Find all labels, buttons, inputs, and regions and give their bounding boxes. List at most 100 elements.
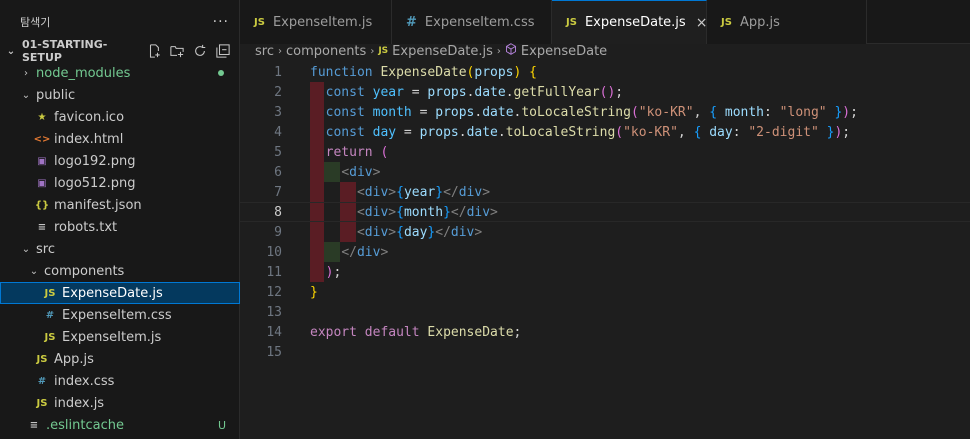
tree-file[interactable]: JS index.js <box>0 392 240 414</box>
line-number: 12 <box>266 284 282 300</box>
line-number: 10 <box>266 244 282 260</box>
css-file-icon: # <box>45 309 55 321</box>
code-line: 7 <div>{year}</div> <box>240 182 970 202</box>
tree-folder[interactable]: ⌄ components <box>0 260 240 282</box>
code-text: ); <box>325 264 342 280</box>
tree-item-label: src <box>36 241 55 257</box>
tree-file[interactable]: ★ favicon.ico <box>0 106 240 128</box>
code-text: <div>{day}</div> <box>356 224 483 240</box>
chevron-right-icon: › <box>370 45 375 57</box>
tree-item-label: logo192.png <box>54 153 136 169</box>
line-number: 2 <box>274 84 282 100</box>
new-folder-icon[interactable] <box>170 44 184 58</box>
git-status-dot <box>218 70 224 76</box>
breadcrumb: src › components › JS ExpenseDate.js › E… <box>240 40 607 62</box>
tree-item-label: .eslintcache <box>46 417 124 433</box>
code-line: 11 ); <box>240 262 970 282</box>
tree-folder[interactable]: › node_modules <box>0 62 240 84</box>
js-file-icon: JS <box>44 287 56 299</box>
js-file-icon: JS <box>36 353 48 365</box>
star-icon: ★ <box>37 111 47 123</box>
tree-file[interactable]: JS ExpenseDate.js <box>0 282 240 304</box>
chevron-down-icon: ⌄ <box>21 243 31 255</box>
code-line: 13 <box>240 302 970 322</box>
tree-item-label: ExpenseItem.js <box>62 329 162 345</box>
code-line: 14 export default ExpenseDate; <box>240 322 970 342</box>
line-number: 5 <box>274 144 282 160</box>
tree-folder[interactable]: ⌄ public <box>0 84 240 106</box>
editor-tab[interactable]: # ExpenseItem.css <box>392 0 552 44</box>
tab-label: ExpenseDate.js <box>584 15 686 30</box>
line-number: 6 <box>274 164 282 180</box>
editor-tab[interactable]: JS ExpenseDate.js × <box>552 0 707 44</box>
code-text: export default ExpenseDate; <box>310 324 522 340</box>
code-line: 3 const month = props.date.toLocaleStrin… <box>240 102 970 122</box>
tree-item-label: manifest.json <box>54 197 142 213</box>
tree-file[interactable]: <> index.html <box>0 128 240 150</box>
line-number: 7 <box>274 184 282 200</box>
code-line: 6 <div> <box>240 162 970 182</box>
code-line: 8 <div>{month}</div> <box>240 202 970 222</box>
code-line: 15 <box>240 342 970 362</box>
tree-item-label: logo512.png <box>54 175 136 191</box>
tab-label: App.js <box>739 14 780 30</box>
tree-item-label: public <box>36 87 76 103</box>
text-file-icon: ≡ <box>37 221 47 233</box>
breadcrumb-components[interactable]: components <box>286 44 366 59</box>
json-file-icon: {} <box>34 199 50 211</box>
line-number: 13 <box>266 304 282 320</box>
editor-tab[interactable]: JS ExpenseItem.js <box>240 0 392 44</box>
tree-file[interactable]: ≡ robots.txt <box>0 216 240 238</box>
line-number: 1 <box>274 64 282 80</box>
tree-item-label: node_modules <box>36 65 131 81</box>
project-folder-row[interactable]: ⌄ 01-STARTING-SETUP <box>0 38 240 64</box>
tree-item-label: index.html <box>54 131 124 147</box>
breadcrumb-symbol[interactable]: ExpenseDate <box>521 44 607 59</box>
collapse-all-icon[interactable] <box>216 44 230 58</box>
tree-item-label: ExpenseDate.js <box>62 285 163 301</box>
more-actions-icon[interactable]: ··· <box>213 14 229 30</box>
code-line: 4 const day = props.date.toLocaleString(… <box>240 122 970 142</box>
code-text: <div> <box>341 164 381 180</box>
css-file-icon: # <box>406 14 417 30</box>
image-file-icon: ▣ <box>37 155 47 167</box>
tree-file[interactable]: ▣ logo192.png <box>0 150 240 172</box>
code-line: 2 const year = props.date.getFullYear(); <box>240 82 970 102</box>
code-line: 1 function ExpenseDate(props) { <box>240 62 970 82</box>
line-number: 14 <box>266 324 282 340</box>
line-number: 4 <box>274 124 282 140</box>
breadcrumb-src[interactable]: src <box>255 44 274 59</box>
js-file-icon: JS <box>44 331 56 343</box>
html-file-icon: <> <box>33 133 51 145</box>
chevron-down-icon: ⌄ <box>6 45 16 57</box>
project-name: 01-STARTING-SETUP <box>22 38 108 64</box>
line-number: 3 <box>274 104 282 120</box>
code-line: 9 <div>{day}</div> <box>240 222 970 242</box>
new-file-icon[interactable] <box>147 44 161 58</box>
tree-item-label: App.js <box>54 351 94 367</box>
refresh-icon[interactable] <box>193 44 207 58</box>
editor-tab[interactable]: JS App.js <box>707 0 867 44</box>
code-text: <div>{year}</div> <box>356 184 491 200</box>
code-editor[interactable]: 1 function ExpenseDate(props) {2 const ye… <box>240 62 970 439</box>
code-text: return ( <box>325 144 389 160</box>
close-tab-icon[interactable]: × <box>696 15 708 31</box>
tree-file[interactable]: # index.css <box>0 370 240 392</box>
image-file-icon: ▣ <box>37 177 47 189</box>
tree-file[interactable]: JS App.js <box>0 348 240 370</box>
tree-file[interactable]: JS ExpenseItem.js <box>0 326 240 348</box>
js-file-icon: JS <box>36 397 48 409</box>
tab-label: ExpenseItem.css <box>424 14 535 30</box>
line-number: 8 <box>274 204 282 220</box>
code-line: 5 return ( <box>240 142 970 162</box>
tree-item-label: index.css <box>54 373 115 389</box>
tree-item-label: ExpenseItem.css <box>62 307 172 323</box>
tree-file[interactable]: ≡ .eslintcache U <box>0 414 240 436</box>
tree-folder[interactable]: ⌄ src <box>0 238 240 260</box>
tree-file[interactable]: {} manifest.json <box>0 194 240 216</box>
tree-file[interactable]: # ExpenseItem.css <box>0 304 240 326</box>
tree-file[interactable]: ▣ logo512.png <box>0 172 240 194</box>
explorer-sidebar: 탐색기 ··· ⌄ 01-STARTING-SETUP › node_module… <box>0 0 240 439</box>
breadcrumb-file[interactable]: ExpenseDate.js <box>392 44 493 59</box>
chevron-right-icon: › <box>496 45 501 57</box>
